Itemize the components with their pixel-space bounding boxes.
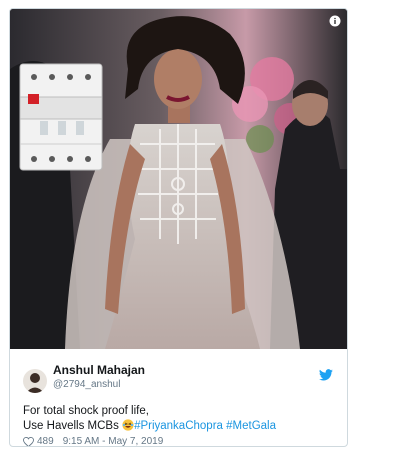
tweet-footer: 489 9:15 AM - May 7, 2019 <box>23 436 164 447</box>
tweet-meta: Anshul Mahajan @2794_anshul For total sh… <box>10 349 347 446</box>
author-handle[interactable]: @2794_anshul <box>53 379 120 390</box>
tweet-text-line1: For total shock proof life, <box>23 405 149 417</box>
avatar[interactable] <box>23 369 47 393</box>
heart-icon[interactable] <box>23 436 34 447</box>
hashtag-metgala[interactable]: #MetGala <box>226 420 276 432</box>
tweet-text: For total shock proof life, Use Havells … <box>23 404 276 434</box>
laughing-emoji-icon <box>122 419 134 431</box>
author-name[interactable]: Anshul Mahajan <box>53 363 145 377</box>
info-icon[interactable] <box>329 15 341 27</box>
twitter-bird-icon[interactable] <box>319 369 333 381</box>
like-count[interactable]: 489 <box>37 436 54 446</box>
photo-illustration <box>10 9 347 349</box>
tweet-photo[interactable] <box>10 9 347 349</box>
tweet-text-line2: Use Havells MCBs #PriyankaChopra #MetGal… <box>23 419 276 434</box>
tweet-timestamp[interactable]: 9:15 AM - May 7, 2019 <box>63 436 164 446</box>
hashtag-priyankachopra[interactable]: #PriyankaChopra <box>134 420 223 432</box>
tweet-text-prefix: Use Havells MCBs <box>23 420 123 432</box>
tweet-card: Anshul Mahajan @2794_anshul For total sh… <box>9 8 348 447</box>
